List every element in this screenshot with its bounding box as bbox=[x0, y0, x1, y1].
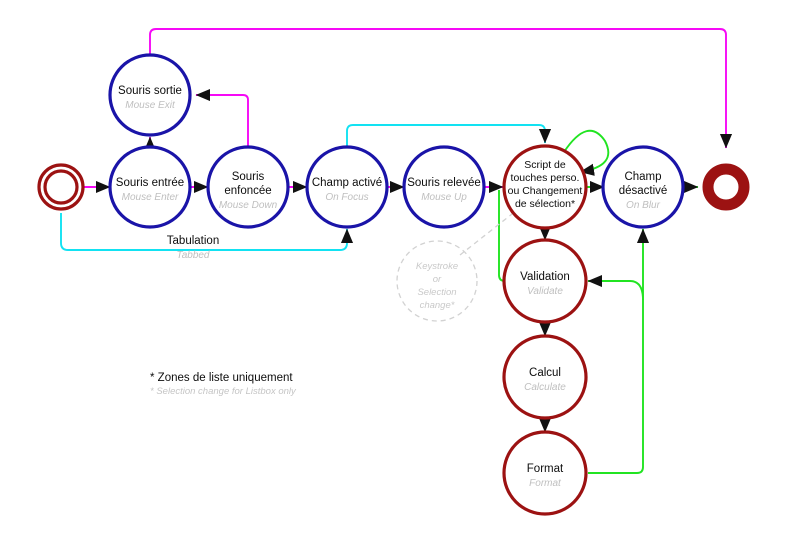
state-mouse-enter-label: Souris entrée bbox=[116, 177, 184, 189]
legend-footnote: * Zones de liste uniquement * Selection … bbox=[150, 372, 297, 397]
state-mouse-down-label-line2: enfoncée bbox=[224, 185, 271, 197]
state-on-focus-sublabel: On Focus bbox=[325, 192, 368, 203]
state-mouse-enter-sublabel: Mouse Enter bbox=[122, 192, 179, 203]
diagram-canvas: Keystroke or Selection change* Souris so… bbox=[0, 0, 800, 550]
state-format-label: Format bbox=[527, 463, 564, 475]
state-on-blur-sublabel: On Blur bbox=[626, 200, 661, 211]
state-mouse-up[interactable]: Souris relevée Mouse Up bbox=[402, 145, 486, 229]
state-on-blur-label-line2: désactivé bbox=[619, 185, 668, 197]
state-script-label-line1: Script de bbox=[524, 159, 566, 171]
ghost-line-1: Keystroke bbox=[416, 261, 458, 272]
state-mouse-exit-label: Souris sortie bbox=[118, 85, 182, 97]
edge-labels-layer: Tabulation Tabbed bbox=[167, 235, 219, 261]
state-calculate-label: Calcul bbox=[529, 367, 561, 379]
state-script-label-line4: de sélection* bbox=[515, 198, 575, 210]
edge-format-to-on-blur bbox=[588, 228, 650, 474]
state-mouse-down-sublabel: Mouse Down bbox=[219, 200, 278, 211]
state-validate-sublabel: Validate bbox=[527, 286, 563, 297]
state-mouse-exit[interactable]: Souris sortie Mouse Exit bbox=[108, 53, 192, 137]
edge-on-focus-to-script bbox=[346, 124, 552, 147]
legend-footnote-en: * Selection change for Listbox only bbox=[150, 386, 297, 397]
legend-footnote-fr: * Zones de liste uniquement bbox=[150, 372, 293, 384]
state-calculate-sublabel: Calculate bbox=[524, 382, 566, 393]
edge-validation-to-riser bbox=[587, 274, 644, 301]
state-script-label-line2: touches perso. bbox=[511, 172, 580, 184]
state-format-sublabel: Format bbox=[529, 478, 562, 489]
ghost-keystroke-bubble: Keystroke or Selection change* bbox=[396, 240, 478, 322]
edge-mouse-exit-to-end bbox=[149, 28, 733, 149]
state-on-focus-label: Champ activé bbox=[312, 177, 382, 189]
state-on-blur-label-line1: Champ bbox=[624, 171, 661, 183]
state-validate-label: Validation bbox=[520, 271, 570, 283]
state-calculate[interactable]: Calcul Calculate bbox=[502, 334, 588, 420]
end-node[interactable] bbox=[702, 163, 750, 211]
state-on-blur[interactable]: Champ désactivé On Blur bbox=[601, 145, 685, 229]
ghost-line-4: change* bbox=[420, 300, 455, 311]
state-mouse-exit-sublabel: Mouse Exit bbox=[125, 100, 176, 111]
state-diagram-svg: Keystroke or Selection change* Souris so… bbox=[37, 28, 750, 516]
state-mouse-up-label: Souris relevée bbox=[407, 177, 481, 189]
state-on-focus[interactable]: Champ activé On Focus bbox=[305, 145, 389, 229]
edge-mouse-down-to-mouse-exit bbox=[195, 88, 249, 147]
state-mouse-up-sublabel: Mouse Up bbox=[421, 192, 467, 203]
state-mouse-enter[interactable]: Souris entrée Mouse Enter bbox=[108, 145, 192, 229]
ghost-line-3: Selection bbox=[417, 287, 456, 298]
state-mouse-down-label-line1: Souris bbox=[232, 171, 265, 183]
state-validate[interactable]: Validation Validate bbox=[502, 238, 588, 324]
state-mouse-down[interactable]: Souris enfoncée Mouse Down bbox=[206, 145, 290, 229]
start-node[interactable] bbox=[37, 163, 85, 211]
state-script-label-line3: ou Changement bbox=[508, 185, 583, 197]
state-format[interactable]: Format Format bbox=[502, 430, 588, 516]
edge-label-tabulation-en: Tabbed bbox=[177, 250, 210, 261]
ghost-line-2: or bbox=[433, 274, 442, 285]
edge-label-tabulation-fr: Tabulation bbox=[167, 235, 219, 247]
state-keystroke-script[interactable]: Script de touches perso. ou Changement d… bbox=[502, 144, 588, 230]
